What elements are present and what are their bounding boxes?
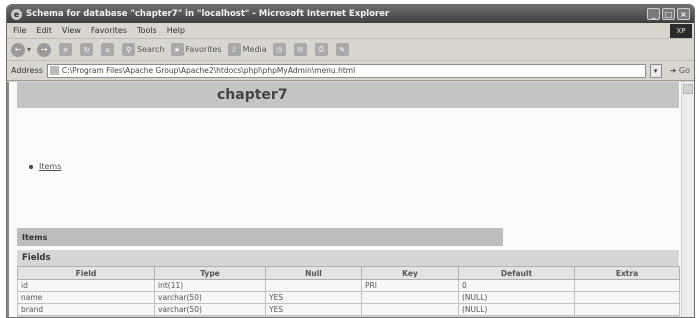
fields-table: Field Type Null Key Default Extra id int…: [17, 266, 680, 316]
edit-button[interactable]: ✎: [335, 43, 351, 56]
edit-icon: ✎: [335, 43, 349, 56]
print-icon: ⎙: [314, 43, 328, 56]
table-cell: brand: [17, 303, 155, 316]
fields-heading: Fields: [22, 253, 51, 263]
forward-button[interactable]: →: [37, 42, 53, 57]
search-icon: ⚲: [122, 43, 136, 56]
window-title: Schema for database "chapter7" in "local…: [26, 9, 390, 19]
table-cell: YES: [265, 303, 362, 316]
table-row: brand varchar(50) YES (NULL): [17, 303, 680, 316]
table-cell: YES: [265, 291, 362, 304]
refresh-icon: ↻: [80, 43, 94, 56]
column-header-null: Null: [265, 266, 362, 280]
menu-bar: File Edit View Favorites Tools Help XP: [7, 23, 694, 39]
table-cell: [265, 279, 362, 292]
home-icon: ⌂: [101, 43, 115, 56]
mail-button[interactable]: ✉: [293, 43, 309, 56]
fields-panel: Fields Field Type Null Key Default Extra…: [17, 250, 680, 317]
table-row: id int(11) PRI 0: [17, 279, 680, 292]
close-button[interactable]: ×: [677, 8, 690, 20]
page-title: chapter7: [217, 87, 288, 103]
refresh-button[interactable]: ↻: [80, 43, 95, 56]
table-cell: name: [17, 291, 155, 304]
media-label: Media: [242, 45, 267, 54]
menu-tools[interactable]: Tools: [137, 26, 157, 35]
table-cell: (NULL): [458, 291, 575, 304]
table-header-row: Field Type Null Key Default Extra: [17, 266, 680, 280]
go-label: Go: [678, 66, 690, 75]
back-button[interactable]: ← ▾: [11, 42, 32, 57]
column-header-extra: Extra: [574, 266, 680, 280]
table-cell: [574, 291, 680, 304]
menu-file[interactable]: File: [13, 26, 26, 35]
print-button[interactable]: ⎙: [314, 43, 330, 56]
table-cell: [361, 303, 459, 316]
history-icon: ◷: [272, 43, 286, 56]
table-cell: varchar(50): [154, 291, 266, 304]
address-dropdown-icon[interactable]: ▾: [649, 63, 662, 78]
bullet-icon: [29, 164, 33, 169]
back-arrow-icon: ←: [11, 42, 25, 57]
back-dropdown-icon: ▾: [27, 45, 32, 54]
table-cell: int(11): [154, 279, 266, 292]
menu-edit[interactable]: Edit: [36, 26, 52, 35]
forward-arrow-icon: →: [37, 42, 52, 57]
menu-help[interactable]: Help: [167, 26, 185, 35]
browser-window: e Schema for database "chapter7" in "loc…: [6, 4, 695, 318]
table-cell: PRI: [361, 279, 459, 292]
table-cell: (NULL): [458, 303, 575, 316]
table-cell: id: [17, 279, 155, 292]
address-input[interactable]: C:\Program Files\Apache Group\Apache2\ht…: [46, 63, 646, 78]
menu-favorites[interactable]: Favorites: [91, 26, 127, 35]
favorites-button[interactable]: ★ Favorites: [170, 43, 222, 56]
stop-button[interactable]: ×: [59, 43, 74, 56]
address-bar: Address C:\Program Files\Apache Group\Ap…: [7, 61, 694, 81]
page-header: chapter7: [17, 82, 679, 108]
search-label: Search: [137, 45, 165, 54]
column-header-key: Key: [361, 266, 459, 280]
minimize-button[interactable]: _: [647, 8, 660, 20]
stop-icon: ×: [59, 43, 73, 56]
menu-view[interactable]: View: [62, 26, 81, 35]
table-cell: [361, 291, 459, 304]
table-cell: [574, 279, 680, 292]
favorites-star-icon: ★: [170, 43, 184, 56]
mail-icon: ✉: [293, 43, 307, 56]
table-list: Items: [29, 162, 61, 171]
table-cell: [574, 303, 680, 316]
title-bar: e Schema for database "chapter7" in "loc…: [7, 5, 694, 23]
media-icon: ♪: [227, 43, 241, 56]
maximize-button[interactable]: □: [662, 8, 675, 20]
search-button[interactable]: ⚲ Search: [122, 43, 165, 56]
column-header-default: Default: [458, 266, 575, 280]
column-header-field: Field: [17, 266, 155, 280]
internet-explorer-icon: e: [11, 8, 22, 20]
page-icon: [49, 66, 59, 75]
home-button[interactable]: ⌂: [101, 43, 116, 56]
table-row: name varchar(50) YES (NULL): [17, 291, 680, 304]
favorites-label: Favorites: [185, 45, 222, 54]
table-link-items[interactable]: Items: [39, 162, 61, 171]
address-label: Address: [11, 66, 43, 75]
page-content: chapter7 Items Items Fields Field Type N…: [7, 82, 694, 317]
vertical-scrollbar[interactable]: [681, 82, 694, 317]
table-cell: 0: [458, 279, 575, 292]
address-url: C:\Program Files\Apache Group\Apache2\ht…: [61, 66, 356, 75]
column-header-type: Type: [154, 266, 266, 280]
history-button[interactable]: ◷: [272, 43, 288, 56]
table-name-heading: Items: [17, 228, 503, 246]
scrollbar-thumb[interactable]: [683, 84, 693, 94]
go-button[interactable]: ➜ Go: [670, 66, 690, 75]
table-cell: varchar(50): [154, 303, 266, 316]
toolbar: ← ▾ → × ↻ ⌂ ⚲ Search ★ Favorites ♪ Media…: [7, 39, 694, 61]
windows-logo-icon: XP: [670, 24, 692, 38]
media-button[interactable]: ♪ Media: [227, 43, 267, 56]
